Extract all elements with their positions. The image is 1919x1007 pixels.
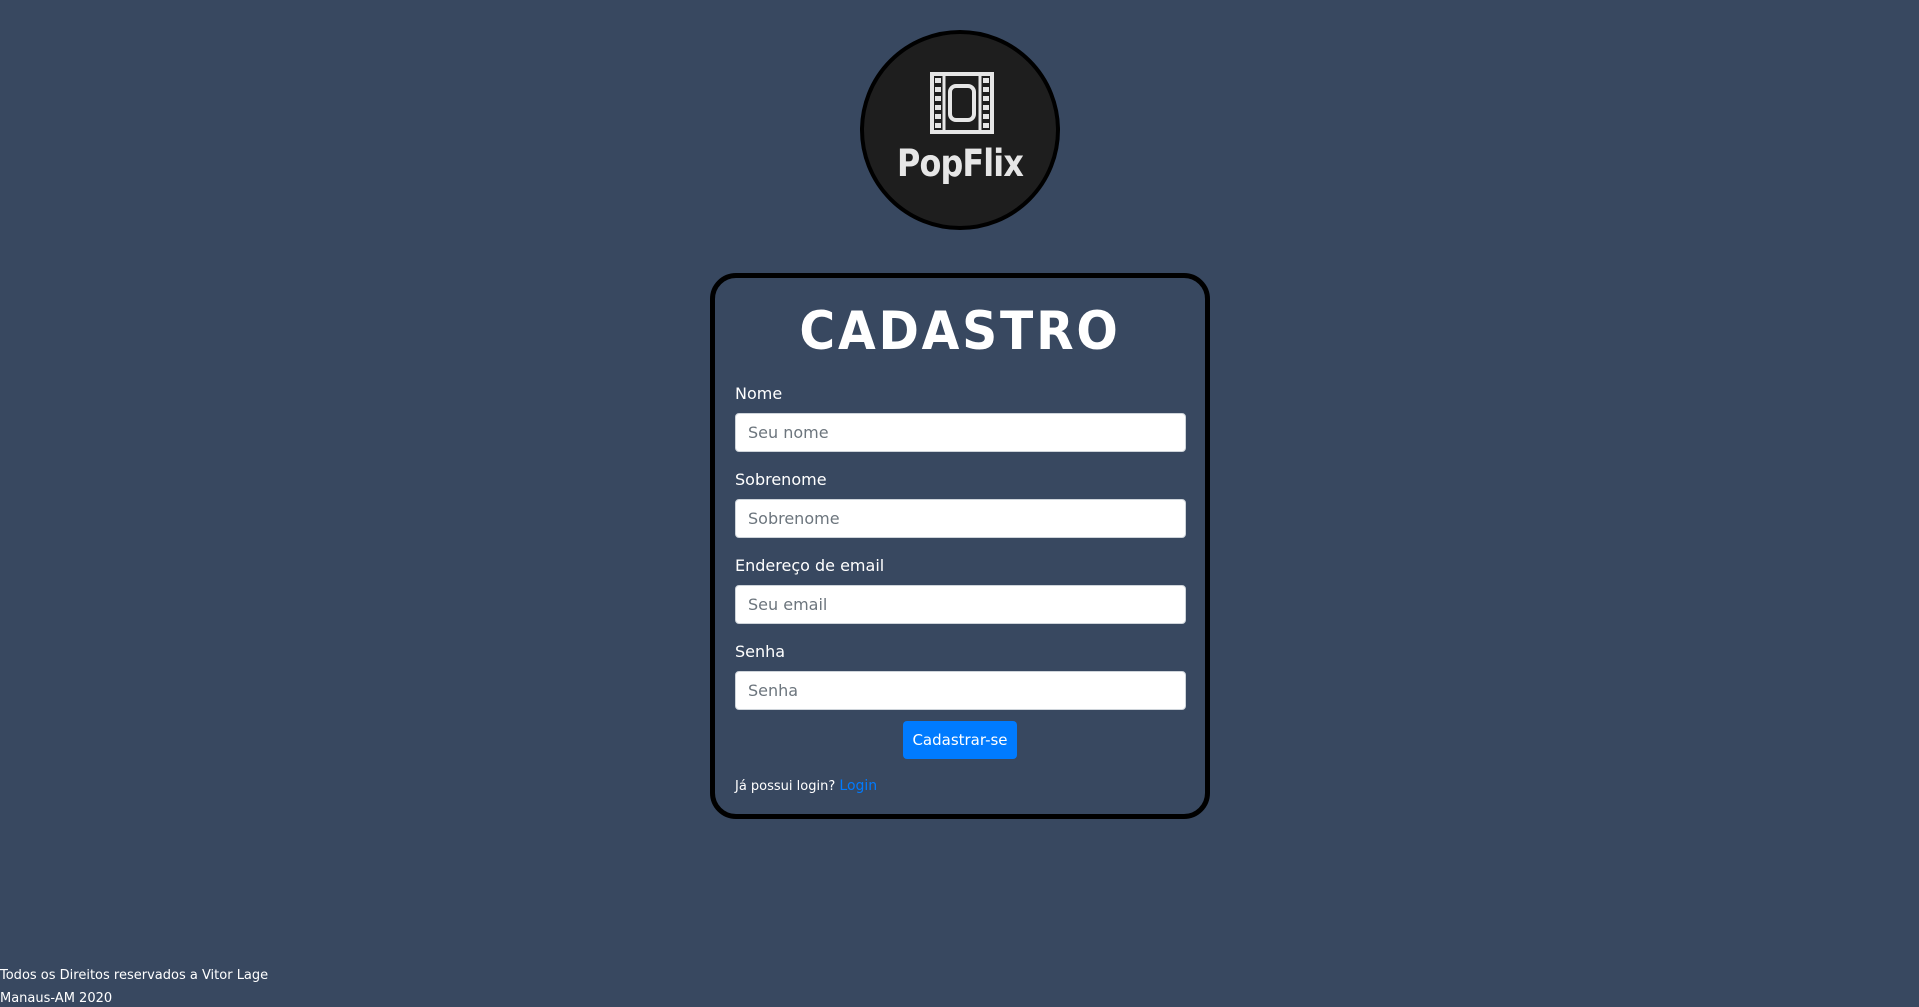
- signup-form: CADASTRO Nome Sobrenome Endereço de emai…: [710, 273, 1210, 819]
- password-label: Senha: [735, 642, 786, 661]
- name-label: Nome: [735, 384, 783, 403]
- email-label: Endereço de email: [735, 556, 885, 575]
- film-icon: [930, 72, 994, 134]
- password-input[interactable]: [735, 671, 1186, 710]
- popflix-logo: PopFlix: [860, 30, 1060, 230]
- surname-input[interactable]: [735, 499, 1186, 538]
- footer-location: Manaus-AM 2020: [0, 991, 113, 1006]
- footer-copyright: Todos os Direitos reservados a Vitor Lag…: [0, 968, 269, 983]
- page: PopFlix CADASTRO Nome Sobrenome Endereço…: [0, 0, 1919, 1007]
- footer: Todos os Direitos reservados a Vitor Lag…: [0, 964, 268, 1007]
- name-input[interactable]: [735, 413, 1186, 452]
- signup-button[interactable]: Cadastrar-se: [903, 721, 1017, 759]
- login-row: Já possui login? Login: [735, 778, 877, 794]
- email-input[interactable]: [735, 585, 1186, 624]
- form-title: CADASTRO: [799, 301, 1121, 362]
- logo-text: PopFlix: [896, 142, 1024, 185]
- login-prompt: Já possui login?: [735, 779, 836, 794]
- surname-label: Sobrenome: [735, 470, 827, 489]
- login-link[interactable]: Login: [839, 778, 877, 794]
